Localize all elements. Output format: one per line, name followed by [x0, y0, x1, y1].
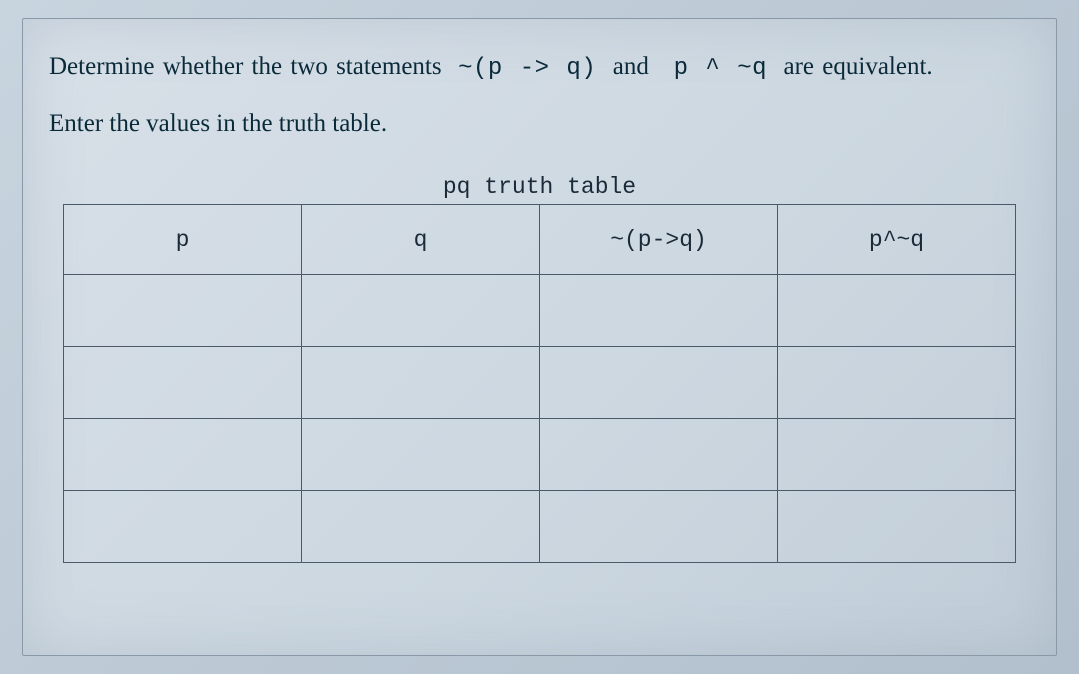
cell-input[interactable] [778, 491, 1016, 563]
cell-input[interactable] [64, 347, 302, 419]
cell-input[interactable] [302, 419, 540, 491]
table-row [64, 347, 1016, 419]
cell-input[interactable] [64, 491, 302, 563]
cell-input[interactable] [302, 275, 540, 347]
question-panel: Determine whether the two statements ~(p… [22, 18, 1057, 656]
table-row [64, 491, 1016, 563]
cell-input[interactable] [302, 347, 540, 419]
table-header-row: p q ~(p->q) p^~q [64, 205, 1016, 275]
cell-input[interactable] [302, 491, 540, 563]
col-header-p-and-notq: p^~q [778, 205, 1016, 275]
cell-input[interactable] [64, 275, 302, 347]
cell-input[interactable] [540, 275, 778, 347]
table-row [64, 419, 1016, 491]
col-header-q: q [302, 205, 540, 275]
col-header-p: p [64, 205, 302, 275]
table-caption: pq truth table [63, 174, 1016, 200]
question-text: Determine whether the two statements ~(p… [49, 47, 1030, 88]
cell-input[interactable] [778, 275, 1016, 347]
instruction-text: Enter the values in the truth table. [49, 110, 1030, 138]
table-row [64, 275, 1016, 347]
truth-table-wrap: pq truth table p q ~(p->q) p^~q [49, 174, 1030, 563]
truth-table: p q ~(p->q) p^~q [63, 204, 1016, 563]
question-part2: are equivalent. [784, 53, 933, 80]
cell-input[interactable] [64, 419, 302, 491]
expression-1: ~(p -> q) [458, 55, 596, 82]
expression-2: p ^ ~q [674, 55, 767, 82]
question-middle: and [613, 53, 649, 80]
cell-input[interactable] [778, 419, 1016, 491]
cell-input[interactable] [778, 347, 1016, 419]
question-part1: Determine whether the two statements [49, 53, 442, 80]
cell-input[interactable] [540, 491, 778, 563]
cell-input[interactable] [540, 347, 778, 419]
col-header-not-impl: ~(p->q) [540, 205, 778, 275]
cell-input[interactable] [540, 419, 778, 491]
